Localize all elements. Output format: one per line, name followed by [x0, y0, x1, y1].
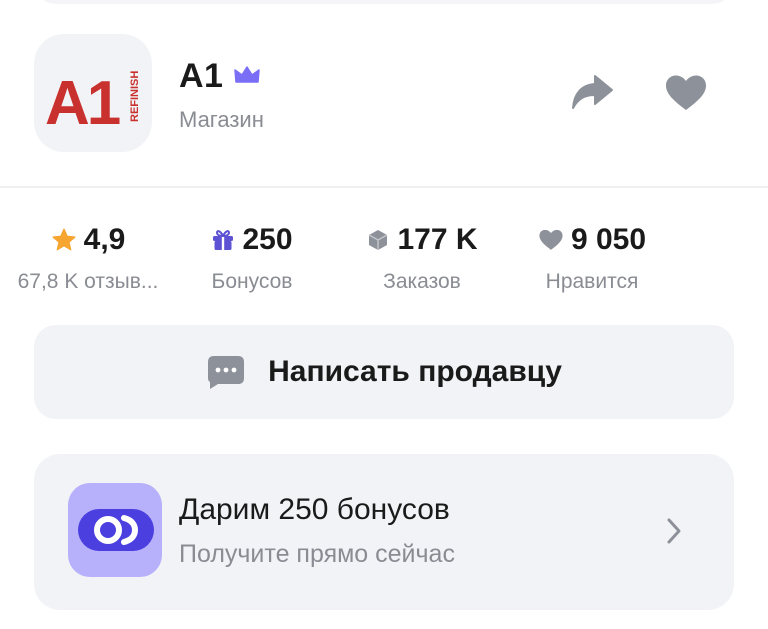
stat-bonuses[interactable]: 250 Бонусов — [162, 218, 342, 298]
store-name: A1 — [179, 57, 224, 95]
orders-value: 177 K — [397, 223, 478, 256]
crown-icon — [234, 66, 260, 83]
message-seller-label: Написать продавцу — [268, 355, 562, 388]
likes-value: 9 050 — [570, 223, 647, 256]
message-seller-button[interactable]: Написать продавцу — [34, 325, 734, 419]
star-icon — [52, 228, 76, 251]
chevron-right-icon[interactable] — [664, 516, 684, 546]
stat-likes[interactable]: 9 050 Нравится — [502, 218, 682, 298]
store-logo-image: A1 REFINISH — [45, 69, 141, 138]
bonuses-label: Бонусов — [211, 270, 293, 293]
store-logo[interactable]: A1 REFINISH — [34, 34, 152, 152]
promo-icon-box — [68, 483, 162, 577]
share-icon[interactable] — [570, 72, 614, 112]
logo-text: A1 — [45, 69, 120, 138]
store-type: Магазин — [179, 107, 264, 132]
bonuses-value: 250 — [242, 223, 293, 256]
divider — [0, 186, 768, 188]
previous-card-edge — [34, 0, 734, 4]
logo-subtext: REFINISH — [129, 71, 141, 122]
heart-icon — [539, 229, 563, 250]
favorite-heart-icon[interactable] — [664, 74, 708, 112]
store-header: A1 REFINISH A1 Магазин — [34, 34, 734, 154]
likes-label: Нравится — [545, 270, 639, 293]
stat-orders[interactable]: 177 K Заказов — [332, 218, 512, 298]
promo-title: Дарим 250 бонусов — [179, 493, 450, 526]
gift-icon — [213, 230, 234, 250]
rating-value: 4,9 — [83, 223, 126, 256]
orders-label: Заказов — [383, 270, 461, 293]
stat-rating[interactable]: 4,9 67,8 K отзыв... — [0, 218, 178, 298]
promo-subtitle: Получите прямо сейчас — [179, 540, 455, 568]
box-icon — [369, 230, 388, 250]
bonus-promo-card[interactable]: Дарим 250 бонусов Получите прямо сейчас — [34, 454, 734, 610]
chat-icon — [208, 356, 245, 389]
reviews-count: 67,8 K отзыв... — [17, 270, 159, 293]
bonus-toggle-icon — [78, 509, 154, 551]
store-stats: 4,9 67,8 K отзыв... 250 Бонусов 177 K За… — [18, 218, 734, 298]
